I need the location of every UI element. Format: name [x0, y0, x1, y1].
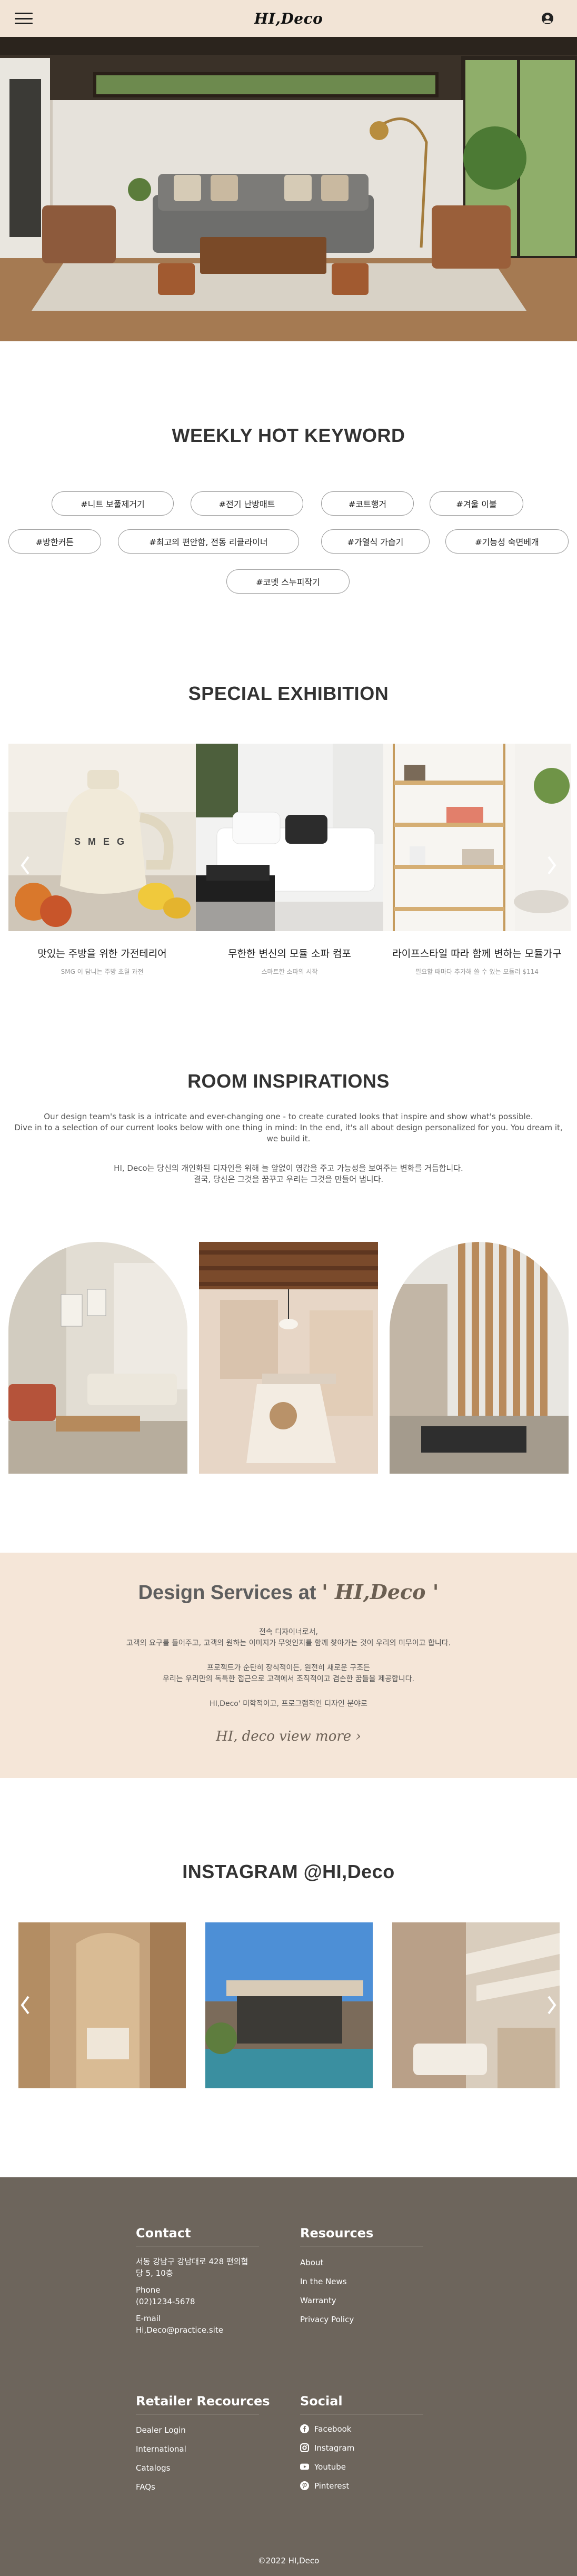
room-image-living[interactable] [8, 1242, 187, 1474]
footer-email[interactable]: Hi,Deco@practice.site [136, 2324, 223, 2336]
room-image-partition[interactable] [390, 1242, 569, 1474]
exhibition-item-title[interactable]: 라이프스타일 따라 함께 변하는 모듈가구 [383, 946, 571, 960]
footer-link-international[interactable]: International [136, 2444, 186, 2454]
design-services-title: Design Services at ' HI,Deco ' [138, 1580, 439, 1604]
footer-copyright: ©2022 HI,Deco [257, 2556, 320, 2565]
design-services-text: 고객의 요구를 들어주고, 고객의 원하는 이미지가 무엇인지를 함께 찾아가는… [126, 1639, 451, 1647]
exhibition-next-arrow-icon[interactable] [545, 855, 558, 876]
exhibition-image-shelf[interactable] [383, 744, 571, 931]
exhibition-image-sofa[interactable] [196, 744, 383, 931]
rooms-description-ko: HI, Deco는 당신의 개인화된 디자인을 위해 늘 앞없이 영감을 주고 … [114, 1163, 463, 1173]
footer-retailer-heading: Retailer Recources [136, 2394, 270, 2409]
exhibition-item-subtitle: 스마트한 소파의 시작 [261, 968, 318, 975]
rooms-description-en: we build it. [266, 1134, 311, 1143]
keyword-chip[interactable]: #니트 보풀제거기 [52, 491, 174, 516]
footer-link-warranty[interactable]: Warranty [300, 2296, 336, 2305]
user-circle-icon[interactable] [541, 12, 554, 25]
instagram-next-arrow-icon[interactable] [545, 1995, 558, 2016]
exhibition-image-kettle[interactable]: SMEG [8, 744, 196, 931]
keyword-chip[interactable]: #전기 난방매트 [191, 491, 303, 516]
instagram-post-image[interactable] [18, 1922, 186, 2088]
footer-email-label: E-mail [136, 2314, 161, 2323]
keyword-chip[interactable]: #가열식 가습기 [321, 529, 430, 554]
footer-address: 당 5, 10층 [136, 2268, 173, 2278]
rooms-description-en: Dive in to a selection of our current lo… [14, 1123, 563, 1132]
facebook-icon [300, 2424, 309, 2433]
instagram-post-image[interactable] [392, 1922, 560, 2088]
instagram-section-title: INSTAGRAM @HI,Deco [182, 1861, 395, 1882]
hero-living-room-image [0, 37, 577, 341]
site-footer [0, 2177, 577, 2576]
footer-link-about[interactable]: About [300, 2258, 323, 2267]
footer-phone-label: Phone [136, 2285, 161, 2295]
keyword-chip[interactable]: #방한커튼 [8, 529, 101, 554]
exhibition-item-subtitle: SMG 이 담니는 주방 초월 과전 [61, 968, 144, 975]
pinterest-icon [300, 2481, 309, 2490]
keyword-chip[interactable]: #기능성 숙면베개 [445, 529, 569, 554]
footer-phone[interactable]: (02)1234-5678 [136, 2296, 195, 2307]
view-more-link[interactable]: HI, deco view more › [0, 1729, 577, 1744]
rooms-description-ko: 결국, 당신은 그것을 꿈꾸고 우리는 그것을 만들어 냅니다. [193, 1175, 384, 1184]
keyword-chip[interactable]: #최고의 편안함, 전동 리클라이너 [118, 529, 299, 554]
svg-text:SMEG: SMEG [74, 836, 132, 847]
exhibition-item-title[interactable]: 맛있는 주방을 위한 가전테리어 [8, 946, 196, 960]
rooms-description-en: Our design team's task is a intricate an… [44, 1112, 533, 1121]
footer-link-catalogs[interactable]: Catalogs [136, 2463, 170, 2473]
youtube-icon [300, 2463, 309, 2470]
site-header: HI,Deco [0, 0, 577, 37]
footer-link-news[interactable]: In the News [300, 2277, 347, 2286]
instagram-prev-arrow-icon[interactable] [19, 1995, 32, 2016]
footer-contact-heading: Contact [136, 2226, 191, 2241]
exhibition-prev-arrow-icon[interactable] [19, 855, 32, 876]
footer-link-instagram[interactable]: Instagram [300, 2443, 354, 2453]
footer-link-youtube[interactable]: Youtube [300, 2462, 346, 2472]
footer-address: 서동 강남구 강남대로 428 편의협 [136, 2257, 248, 2266]
keywords-section-title: WEEKLY HOT KEYWORD [172, 425, 405, 446]
footer-link-faqs[interactable]: FAQs [136, 2482, 155, 2492]
keyword-chip[interactable]: #코트행거 [321, 491, 414, 516]
rooms-section-title: ROOM INSPIRATIONS [187, 1070, 390, 1092]
site-logo[interactable]: HI,Deco [254, 10, 323, 27]
exhibition-item-title[interactable]: 무한한 변신의 모듈 소파 컴포 [196, 946, 383, 960]
design-services-text: HI,Deco' 미학적이고, 프로그램적인 디자인 분야로 [210, 1700, 367, 1708]
exhibition-item-subtitle: 필요할 때마다 추가해 쓸 수 있는 모듈러 $114 [415, 968, 539, 975]
footer-resources-heading: Resources [300, 2226, 374, 2241]
instagram-post-image[interactable] [205, 1922, 373, 2088]
footer-link-dealer-login[interactable]: Dealer Login [136, 2425, 186, 2435]
keyword-chip[interactable]: #겨울 이불 [430, 491, 523, 516]
footer-social-heading: Social [300, 2394, 343, 2409]
room-image-kitchen[interactable] [199, 1242, 378, 1474]
keyword-chip[interactable]: #코멧 스누피작기 [226, 569, 350, 594]
design-services-text: 프로젝트가 순탄히 장식적이든, 원전히 새로운 구조든 [206, 1664, 371, 1672]
footer-link-pinterest[interactable]: Pinterest [300, 2481, 349, 2491]
design-services-text: 우리는 우리만의 독특한 접근으로 고객에서 조직적이고 겸손한 꿈들을 제공합… [163, 1675, 414, 1683]
exhibition-section-title: SPECIAL EXHIBITION [188, 683, 389, 704]
hamburger-menu-icon[interactable] [15, 11, 33, 26]
footer-link-privacy[interactable]: Privacy Policy [300, 2315, 354, 2324]
design-services-text: 전속 디자이너로서, [259, 1628, 318, 1636]
footer-link-facebook[interactable]: Facebook [300, 2424, 351, 2434]
instagram-icon [300, 2443, 309, 2452]
